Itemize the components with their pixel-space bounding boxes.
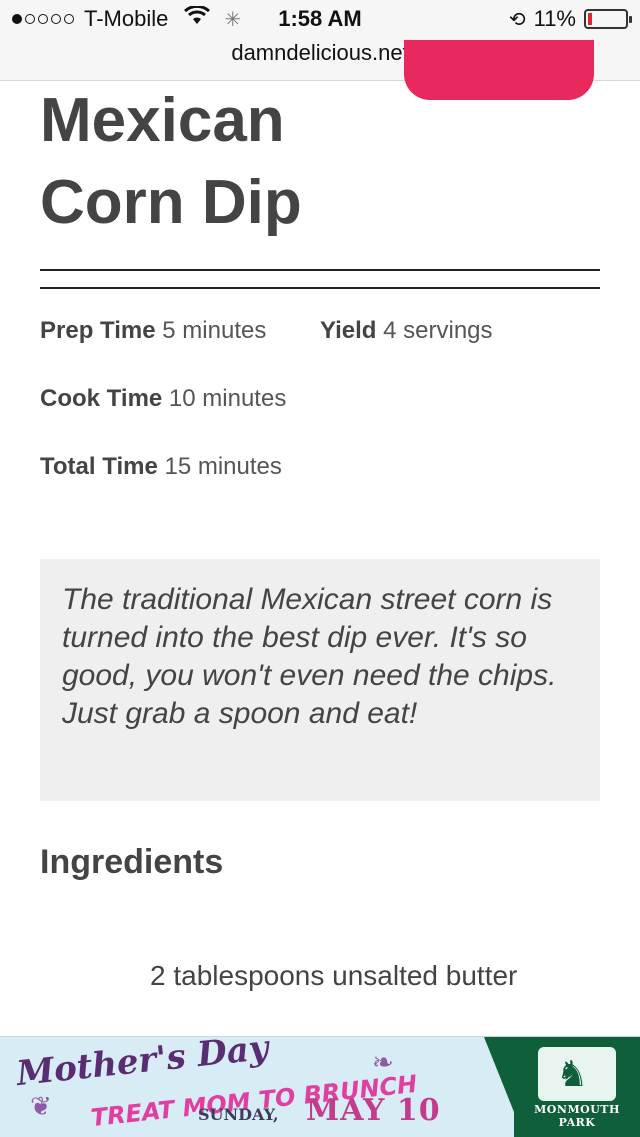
rotation-lock-icon: ⟲ xyxy=(508,8,526,31)
divider-bottom xyxy=(40,287,600,289)
battery-icon xyxy=(584,9,632,29)
ingredient-item: 2 tablespoons unsalted butter xyxy=(150,960,518,991)
cook-time-value: 10 minutes xyxy=(168,385,287,412)
prep-time-value: 5 minutes xyxy=(162,317,267,344)
horse-logo-icon xyxy=(538,1047,616,1101)
divider-top xyxy=(40,269,600,271)
ad-brand-name: MONMOUTH PARK xyxy=(534,1103,620,1129)
advertisement-banner[interactable]: Mother's Day ❦ TREAT MOM TO BRUNCH ❧ SUN… xyxy=(0,1028,640,1137)
cook-time: Cook Time 10 minutes xyxy=(40,385,286,413)
cook-time-label: Cook Time xyxy=(40,385,163,412)
ad-date: MAY 10 xyxy=(306,1093,441,1128)
ad-day: SUNDAY, xyxy=(198,1105,279,1124)
yield-label: Yield xyxy=(320,317,377,344)
yield: Yield 4 servings xyxy=(320,317,493,345)
ingredients-heading: Ingredients xyxy=(40,843,224,881)
recipe-title-line-1: Mexican xyxy=(40,86,285,155)
total-time: Total Time 15 minutes xyxy=(40,453,282,481)
recipe-title: Mexican Corn Dip xyxy=(40,80,460,244)
total-time-value: 15 minutes xyxy=(164,453,282,480)
recipe-summary: The traditional Mexican street corn is t… xyxy=(40,559,600,801)
prep-time: Prep Time 5 minutes xyxy=(40,317,266,345)
total-time-label: Total Time xyxy=(40,453,158,480)
ad-headline: Mother's Day xyxy=(14,1027,271,1095)
ad-swirl-icon: ❧ xyxy=(372,1047,394,1077)
recipe-summary-text: The traditional Mexican street corn is t… xyxy=(62,583,557,730)
battery-percent: 11% xyxy=(533,6,576,31)
prep-time-label: Prep Time xyxy=(40,317,156,344)
recipe-title-line-2: Corn Dip xyxy=(40,168,302,237)
yield-value: 4 servings xyxy=(383,317,493,344)
ad-brand-logo: MONMOUTH PARK xyxy=(514,1037,640,1137)
ad-swirl-icon: ❦ xyxy=(30,1091,52,1121)
